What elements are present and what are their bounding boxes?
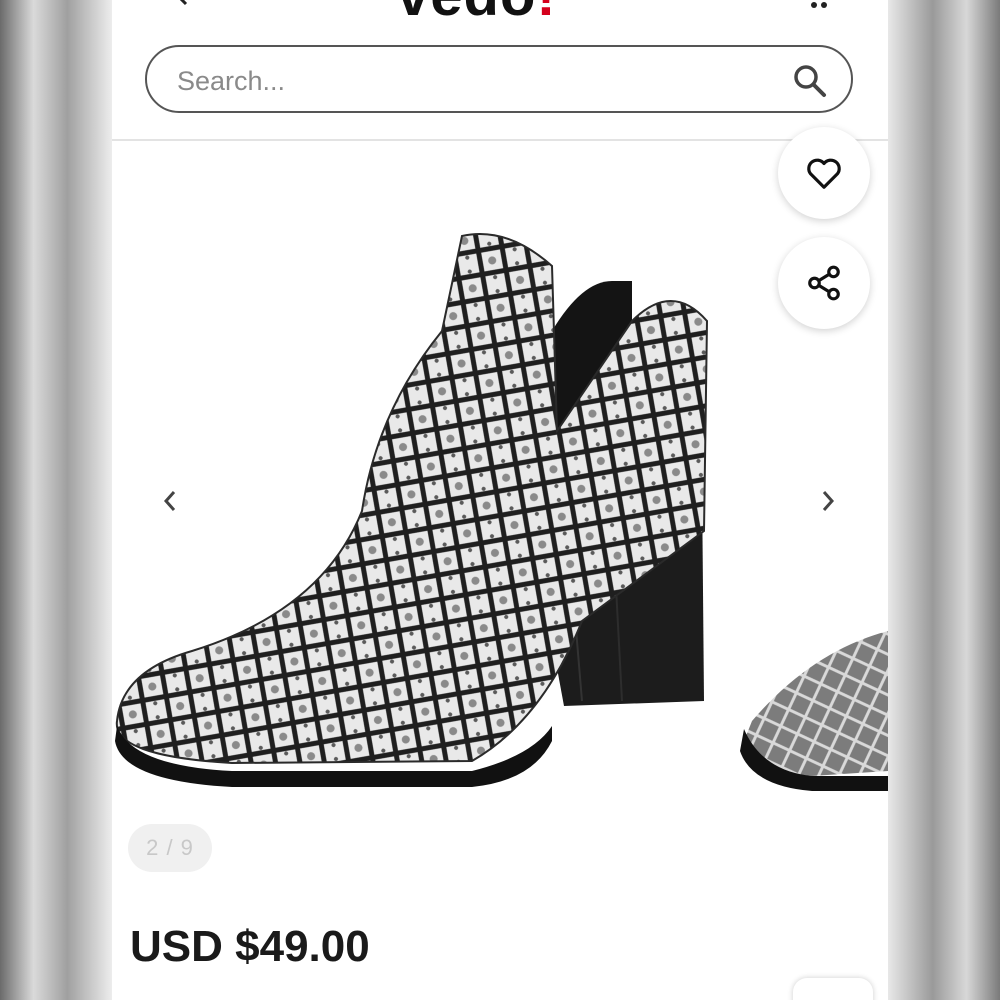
heart-icon — [807, 158, 841, 189]
product-price: USD $49.00 — [130, 922, 370, 971]
image-counter: 2 / 9 — [128, 824, 212, 872]
app-window: vedo! — [112, 0, 888, 1000]
background-left — [0, 0, 112, 1000]
floating-action-button[interactable] — [793, 978, 873, 1000]
logo-accent: ! — [536, 0, 556, 28]
product-gallery: 2 / 9 — [112, 127, 888, 901]
search-bar — [145, 45, 853, 113]
search-icon[interactable] — [793, 64, 827, 98]
chevron-left-icon[interactable] — [158, 486, 182, 516]
favorite-button[interactable] — [778, 127, 870, 219]
more-dots-icon[interactable] — [804, 0, 834, 12]
search-input[interactable] — [175, 61, 759, 101]
chevron-left-icon[interactable] — [172, 0, 192, 6]
logo-text: vedo — [397, 0, 536, 28]
background-right — [888, 0, 1000, 1000]
share-icon — [808, 265, 840, 301]
brand-logo[interactable]: vedo! — [397, 0, 557, 29]
top-bar: vedo! — [112, 0, 888, 28]
product-image-boot[interactable] — [112, 181, 888, 801]
share-button[interactable] — [778, 237, 870, 329]
chevron-right-icon[interactable] — [816, 486, 840, 516]
